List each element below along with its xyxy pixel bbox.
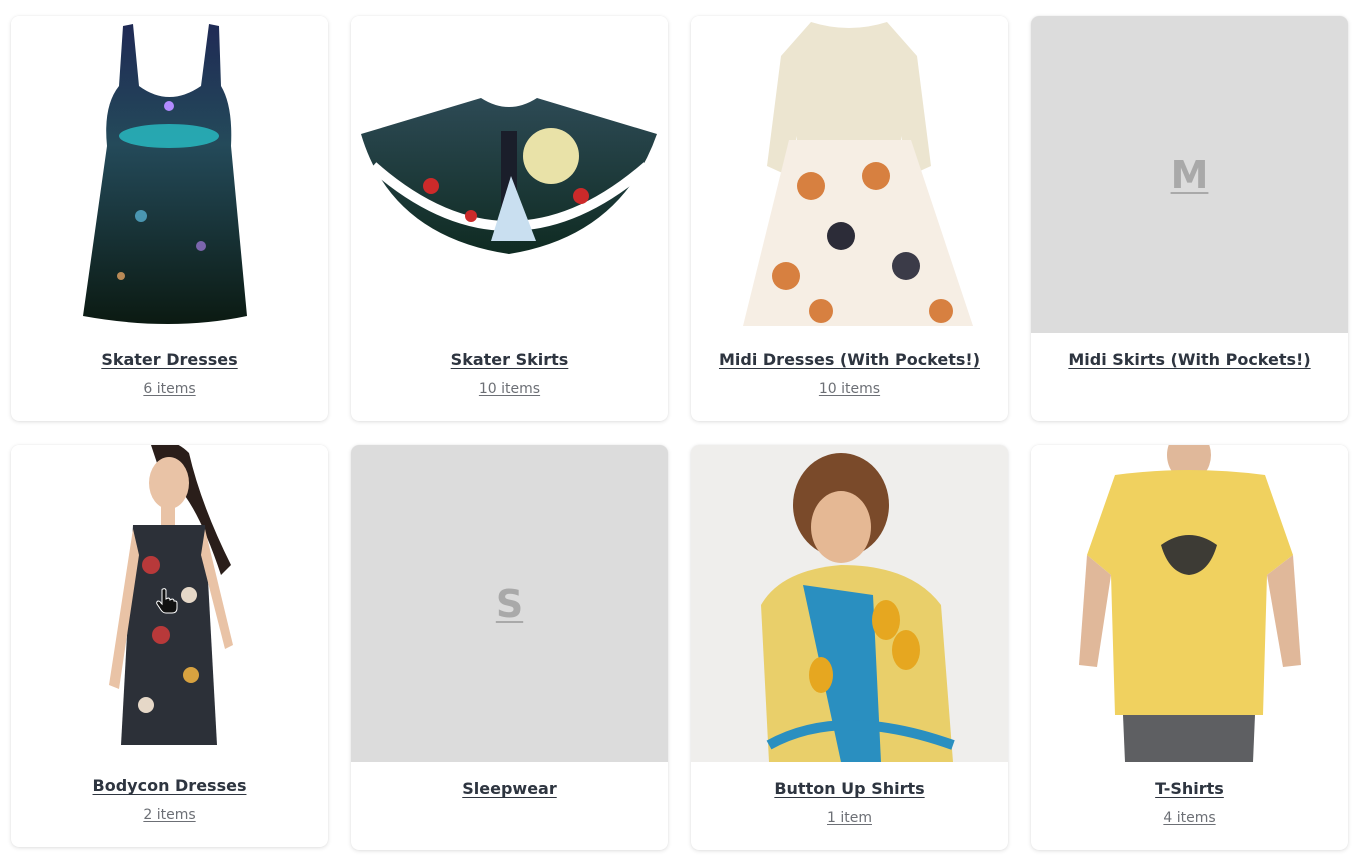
collection-card-midi-skirts[interactable]: M Midi Skirts (With Pockets!)	[1031, 16, 1348, 421]
midi-dress-image[interactable]	[691, 16, 1008, 333]
hand-pointer-cursor-icon	[156, 588, 178, 614]
collection-title[interactable]: Midi Skirts (With Pockets!)	[1031, 350, 1348, 370]
collection-card-button-up-shirts[interactable]: Button Up Shirts 1 item	[691, 445, 1008, 850]
collection-card-skater-skirts[interactable]: Skater Skirts 10 items	[351, 16, 668, 421]
collection-card-t-shirts[interactable]: T-Shirts 4 items	[1031, 445, 1348, 850]
collection-card-sleepwear[interactable]: S Sleepwear	[351, 445, 668, 850]
collection-item-count[interactable]: 10 items	[691, 380, 1008, 398]
collection-item-count[interactable]: 4 items	[1031, 809, 1348, 827]
collection-card-midi-dresses[interactable]: Midi Dresses (With Pockets!) 10 items	[691, 16, 1008, 421]
placeholder-letter: S	[495, 581, 524, 626]
placeholder-letter: M	[1170, 152, 1209, 197]
collection-title[interactable]: Skater Skirts	[351, 350, 668, 370]
collection-card-bodycon-dresses[interactable]: Bodycon Dresses 2 items	[11, 445, 328, 847]
collection-placeholder-image[interactable]: S	[351, 445, 668, 762]
collection-item-count[interactable]: 2 items	[11, 806, 328, 824]
collection-title[interactable]: Bodycon Dresses	[11, 776, 328, 796]
collection-title[interactable]: Skater Dresses	[11, 350, 328, 370]
skater-skirt-image[interactable]	[351, 16, 668, 333]
collection-card-skater-dresses[interactable]: Skater Dresses 6 items	[11, 16, 328, 421]
collection-title[interactable]: Midi Dresses (With Pockets!)	[691, 350, 1008, 370]
skater-dress-image[interactable]	[11, 16, 328, 333]
collection-placeholder-image[interactable]: M	[1031, 16, 1348, 333]
collection-title[interactable]: Sleepwear	[351, 779, 668, 799]
t-shirt-image[interactable]	[1031, 445, 1348, 762]
collection-title[interactable]: T-Shirts	[1031, 779, 1348, 799]
button-up-shirt-image[interactable]	[691, 445, 1008, 762]
collection-item-count[interactable]: 10 items	[351, 380, 668, 398]
collection-title[interactable]: Button Up Shirts	[691, 779, 1008, 799]
collection-item-count[interactable]: 6 items	[11, 380, 328, 398]
collection-item-count[interactable]: 1 item	[691, 809, 1008, 827]
